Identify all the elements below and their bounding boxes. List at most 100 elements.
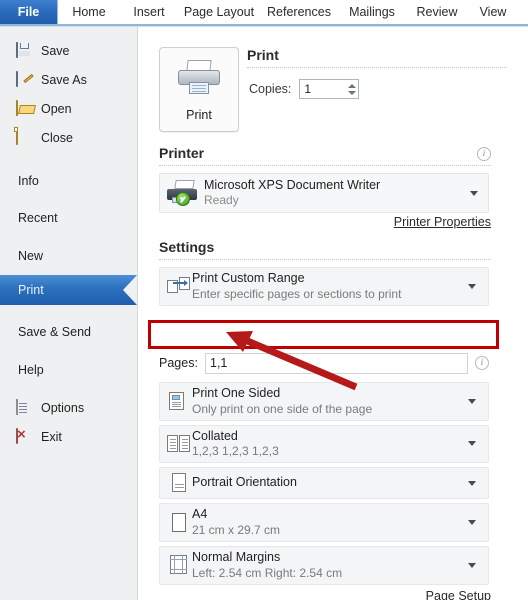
option-text: Normal Margins Left: 2.54 cm Right: 2.54… (192, 550, 468, 581)
sidebar-item-options[interactable]: Options (0, 393, 137, 422)
tab-page-layout[interactable]: Page Layout (178, 0, 260, 24)
sidebar-item-label: New (18, 249, 44, 263)
option-title: Portrait Orientation (192, 475, 297, 490)
printer-selector[interactable]: Microsoft XPS Document Writer Ready (159, 173, 489, 213)
floppy-disk-icon (16, 41, 34, 59)
option-title: A4 (192, 507, 208, 522)
sidebar-item-save[interactable]: Save (0, 36, 137, 65)
printer-ready-icon (166, 180, 200, 206)
option-row-sides[interactable]: Print One Sided Only print on one side o… (159, 382, 489, 421)
chevron-down-icon[interactable] (468, 520, 476, 526)
option-subtitle: Only print on one side of the page (192, 401, 373, 416)
print-range-selector[interactable]: Print Custom Range Enter specific pages … (159, 267, 489, 306)
option-title: Normal Margins (192, 549, 281, 564)
info-icon[interactable]: i (475, 356, 489, 370)
sidebar-item-label: Help (18, 363, 44, 377)
sidebar-item-exit[interactable]: Exit (0, 422, 137, 451)
stepper-down-icon[interactable] (348, 90, 357, 95)
settings-options-list: Print One Sided Only print on one side o… (159, 382, 508, 600)
chevron-down-icon[interactable] (468, 441, 476, 447)
print-range-title: Print Custom Range (192, 271, 305, 285)
tab-home[interactable]: Home (58, 0, 120, 24)
printer-rule (159, 165, 491, 166)
sidebar-item-help[interactable]: Help (0, 351, 137, 389)
pages-input[interactable] (205, 352, 468, 374)
sidebar-item-info[interactable]: Info (0, 163, 137, 199)
page-setup-line: Page Setup (159, 589, 491, 600)
chevron-down-icon[interactable] (470, 190, 478, 196)
tab-review[interactable]: Review (406, 0, 468, 24)
stepper-arrows[interactable] (346, 80, 358, 98)
sidebar-item-label: Open (41, 101, 72, 116)
option-row-collation[interactable]: Collated 1,2,3 1,2,3 1,2,3 (159, 424, 489, 464)
heading-rule (247, 67, 507, 68)
option-title: Collated (192, 428, 238, 443)
printer-status: Ready (204, 193, 239, 208)
sidebar-item-label: Exit (41, 429, 62, 444)
copies-row: Copies: (249, 79, 360, 99)
print-range-subtitle: Enter specific pages or sections to prin… (192, 286, 402, 301)
one-sided-icon (166, 391, 192, 411)
sidebar-item-open[interactable]: Open (0, 94, 137, 123)
page-setup-link[interactable]: Page Setup (426, 589, 491, 600)
ribbon-tab-bar: File Home Insert Page Layout References Maili… (0, 0, 528, 27)
printer-heading: Printer (159, 145, 205, 161)
pages-row: Pages: i (159, 352, 489, 374)
tab-references[interactable]: References (260, 0, 338, 24)
paper-size-icon (166, 512, 192, 533)
printer-properties-link[interactable]: Printer Properties (394, 215, 491, 229)
chevron-down-icon[interactable] (468, 480, 476, 486)
exit-icon (16, 427, 34, 445)
sidebar-item-close[interactable]: Close (0, 123, 137, 152)
tab-insert[interactable]: Insert (120, 0, 178, 24)
print-settings-pane: Print Print Copies: Prin (139, 27, 528, 600)
chevron-down-icon[interactable] (468, 562, 476, 568)
copies-input[interactable] (300, 79, 347, 99)
option-row-margins[interactable]: Normal Margins Left: 2.54 cm Right: 2.54… (159, 545, 489, 585)
printer-icon (177, 60, 221, 96)
sidebar-item-save-and-send[interactable]: Save & Send (0, 313, 137, 351)
sidebar-item-label: Info (18, 174, 39, 188)
sidebar-item-recent[interactable]: Recent (0, 199, 137, 237)
info-icon[interactable]: i (477, 147, 491, 161)
option-subtitle: 21 cm x 29.7 cm (192, 522, 281, 537)
sidebar-item-label: Save As (41, 72, 87, 87)
close-folder-icon (16, 128, 34, 146)
print-button-label: Print (186, 108, 212, 122)
option-row-paper-size[interactable]: A4 21 cm x 29.7 cm (159, 503, 489, 542)
option-text: A4 21 cm x 29.7 cm (192, 507, 468, 538)
margins-icon (166, 555, 192, 575)
option-text: Portrait Orientation (192, 475, 468, 491)
backstage-sidebar: Save Save As Open Close Info Recent New … (0, 27, 138, 600)
sidebar-item-label: Print (18, 283, 44, 297)
chevron-down-icon[interactable] (468, 283, 476, 289)
custom-range-icon (166, 277, 192, 295)
sidebar-item-new[interactable]: New (0, 237, 137, 275)
sidebar-item-save-as[interactable]: Save As (0, 65, 137, 94)
settings-rule (159, 259, 491, 260)
print-button[interactable]: Print (159, 47, 239, 132)
printer-text: Microsoft XPS Document Writer Ready (204, 177, 470, 209)
sidebar-item-label: Recent (18, 211, 58, 225)
printer-properties-line: Printer Properties (159, 215, 491, 229)
sidebar-item-print[interactable]: Print (0, 275, 137, 305)
option-subtitle: Left: 2.54 cm Right: 2.54 cm (192, 565, 343, 580)
option-text: Collated 1,2,3 1,2,3 1,2,3 (192, 429, 468, 460)
open-folder-icon (16, 99, 34, 117)
tab-file[interactable]: File (0, 0, 58, 24)
stepper-up-icon[interactable] (348, 83, 357, 88)
word-backstage-print-screen: File Home Insert Page Layout References Maili… (0, 0, 528, 600)
tab-view[interactable]: View (468, 0, 518, 24)
option-row-orientation[interactable]: Portrait Orientation (159, 467, 489, 500)
ribbon-tabstrip: File Home Insert Page Layout References Maili… (0, 0, 528, 24)
chevron-down-icon[interactable] (468, 398, 476, 404)
copies-stepper[interactable] (299, 79, 360, 99)
save-as-icon (16, 70, 34, 88)
portrait-icon (166, 473, 192, 493)
tab-mailings[interactable]: Mailings (338, 0, 406, 24)
collated-icon (166, 434, 192, 454)
sidebar-item-label: Save (41, 43, 70, 58)
print-heading: Print (247, 47, 279, 63)
settings-heading: Settings (159, 239, 215, 255)
